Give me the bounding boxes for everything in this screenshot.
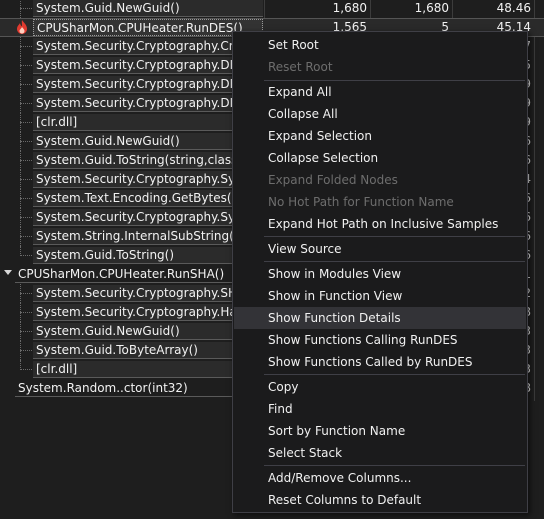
- function-name: [clr.dll]: [33, 114, 263, 131]
- menu-item-collapse-all[interactable]: Collapse All: [234, 103, 526, 125]
- function-name: System.Security.Cryptography.HashA: [33, 304, 263, 321]
- menu-item-reset-root: Reset Root: [268, 60, 333, 74]
- menu-item-show-functions-called[interactable]: Show Functions Called by RunDES: [234, 351, 526, 373]
- menu-item-find[interactable]: Find: [234, 398, 526, 420]
- menu-separator: [264, 374, 525, 375]
- function-name: System.Security.Cryptography.DES.se: [33, 76, 263, 93]
- menu-separator: [264, 465, 525, 466]
- menu-item-expand-all[interactable]: Expand All: [234, 81, 526, 103]
- exclusive-samples: 1,680: [414, 1, 449, 15]
- menu-item-show-in-function-view[interactable]: Show in Function View: [234, 285, 526, 307]
- menu-item-collapse-selection[interactable]: Collapse Selection: [234, 147, 526, 169]
- menu-item-show-functions-calling[interactable]: Show Functions Calling RunDES: [234, 329, 526, 351]
- menu-item-view-source[interactable]: View Source: [234, 238, 526, 260]
- function-name: System.Guid.NewGuid(): [33, 0, 263, 17]
- function-name: System.Text.Encoding.GetBytes(strin: [33, 190, 263, 207]
- menu-item-copy[interactable]: Copy: [234, 376, 526, 398]
- function-name: System.Random..ctor(int32): [15, 380, 263, 397]
- menu-item-select-stack[interactable]: Select Stack: [234, 442, 526, 464]
- inclusive-percent: 48.46: [496, 1, 531, 15]
- function-name: System.Security.Cryptography.SHA51: [33, 285, 263, 302]
- collapse-arrow-icon[interactable]: [4, 270, 12, 275]
- menu-separator: [264, 261, 525, 262]
- context-menu: Set Root Reset Root Expand All Collapse …: [232, 31, 528, 513]
- menu-item-show-function-details[interactable]: Show Function Details: [234, 307, 526, 329]
- function-name: CPUSharMon.CPUHeater.RunSHA(): [15, 266, 263, 283]
- function-name: System.String.InternalSubString(int32: [33, 228, 265, 245]
- function-name: System.Guid.NewGuid(): [33, 133, 263, 150]
- menu-item-add-remove-columns[interactable]: Add/Remove Columns...: [234, 467, 526, 489]
- function-name: System.Security.Cryptography.Symm: [33, 209, 263, 226]
- menu-item-no-hot-path: No Hot Path for Function Name: [268, 195, 454, 209]
- function-name: System.Guid.ToByteArray(): [33, 342, 263, 359]
- function-name: System.Security.Cryptography.Symm: [33, 171, 263, 188]
- menu-item-expand-selection[interactable]: Expand Selection: [234, 125, 526, 147]
- menu-item-sort-by-function-name[interactable]: Sort by Function Name: [234, 420, 526, 442]
- function-name: System.Guid.ToString(): [33, 247, 263, 264]
- table-row[interactable]: System.Guid.NewGuid() 1,680 1,680 48.46: [0, 0, 544, 18]
- function-name: System.Security.Cryptography.DESCr: [33, 57, 263, 74]
- menu-item-expand-hot-path[interactable]: Expand Hot Path on Inclusive Samples: [234, 213, 526, 235]
- inclusive-samples: 1,680: [332, 1, 367, 15]
- menu-item-expand-folded-nodes: Expand Folded Nodes: [268, 173, 398, 187]
- function-name: System.Security.Cryptography.DESCr: [33, 95, 263, 112]
- function-name: System.Guid.NewGuid(): [33, 323, 263, 340]
- function-name: CPUSharMon.CPUHeater.RunDES(): [33, 19, 263, 36]
- menu-item-set-root[interactable]: Set Root: [234, 34, 526, 56]
- menu-item-reset-columns[interactable]: Reset Columns to Default: [234, 489, 526, 511]
- function-name: System.Security.Cryptography.Crypto: [33, 38, 263, 55]
- function-name: [clr.dll]: [33, 361, 263, 378]
- menu-item-show-in-modules-view[interactable]: Show in Modules View: [234, 263, 526, 285]
- function-name: System.Guid.ToString(string,class Sys: [33, 152, 263, 169]
- menu-separator: [264, 236, 525, 237]
- flame-icon: [17, 20, 27, 34]
